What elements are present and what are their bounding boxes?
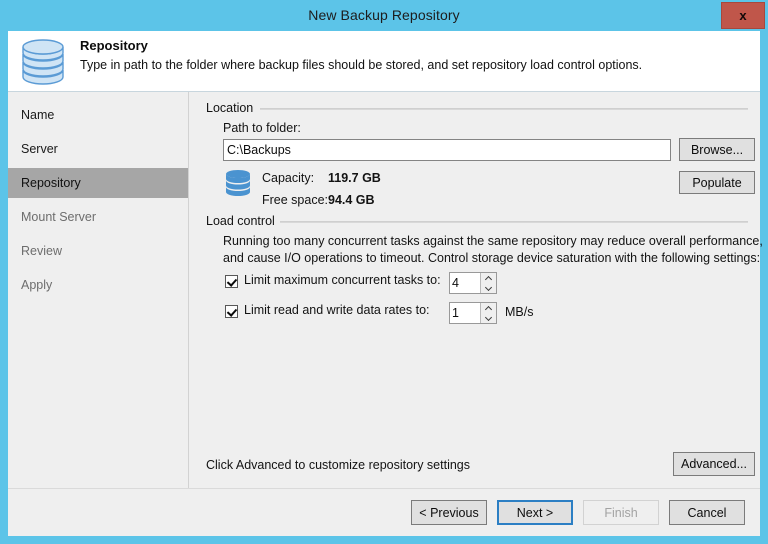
dialog-window: New Backup Repository x Repository Type … — [0, 0, 768, 544]
limit-tasks-input[interactable] — [450, 273, 480, 293]
title-bar: New Backup Repository x — [0, 0, 768, 31]
sidebar-item-review[interactable]: Review — [8, 236, 188, 266]
location-group-rule — [260, 108, 748, 110]
advanced-hint: Click Advanced to customize repository s… — [206, 458, 470, 472]
location-group-label: Location — [206, 101, 258, 115]
advanced-button[interactable]: Advanced... — [673, 452, 755, 476]
cancel-button[interactable]: Cancel — [669, 500, 745, 525]
dialog-body: Name Server Repository Mount Server Revi… — [8, 92, 760, 496]
wizard-sidebar: Name Server Repository Mount Server Revi… — [8, 92, 189, 496]
sidebar-item-repository[interactable]: Repository — [8, 168, 188, 198]
database-icon — [18, 36, 68, 88]
limit-rates-label: Limit read and write data rates to: — [244, 303, 430, 317]
wizard-content: Location Path to folder: Browse... Capac… — [190, 92, 760, 496]
previous-button[interactable]: < Previous — [411, 500, 487, 525]
free-space-label: Free space: — [262, 193, 328, 207]
limit-tasks-stepper[interactable] — [449, 272, 497, 294]
limit-rates-stepper[interactable] — [449, 302, 497, 324]
dialog-footer: < Previous Next > Finish Cancel — [8, 488, 760, 536]
limit-rates-stepper-buttons — [480, 303, 496, 323]
load-control-group-rule — [280, 221, 748, 223]
limit-tasks-label: Limit maximum concurrent tasks to: — [244, 273, 441, 287]
load-control-description-line1: Running too many concurrent tasks agains… — [223, 234, 763, 248]
sidebar-item-server[interactable]: Server — [8, 134, 188, 164]
sidebar-item-mount-server[interactable]: Mount Server — [8, 202, 188, 232]
next-button[interactable]: Next > — [497, 500, 573, 525]
close-button[interactable]: x — [721, 2, 765, 29]
chevron-up-icon[interactable] — [480, 303, 496, 313]
chevron-down-icon[interactable] — [480, 313, 496, 323]
browse-button[interactable]: Browse... — [679, 138, 755, 161]
rates-unit-label: MB/s — [505, 305, 533, 319]
load-control-description-line2: and cause I/O operations to timeout. Con… — [223, 251, 760, 265]
chevron-up-icon[interactable] — [480, 273, 496, 283]
storage-database-icon — [225, 169, 251, 199]
free-space-value: 94.4 GB — [328, 193, 375, 207]
header-title: Repository — [80, 38, 148, 53]
limit-tasks-stepper-buttons — [480, 273, 496, 293]
sidebar-item-apply[interactable]: Apply — [8, 270, 188, 300]
capacity-label: Capacity: — [262, 171, 314, 185]
path-to-folder-label: Path to folder: — [223, 121, 301, 135]
window-title: New Backup Repository — [0, 0, 768, 31]
sidebar-item-name[interactable]: Name — [8, 100, 188, 130]
dialog-header: Repository Type in path to the folder wh… — [8, 31, 760, 92]
path-to-folder-input[interactable] — [223, 139, 671, 161]
chevron-down-icon[interactable] — [480, 283, 496, 293]
populate-button[interactable]: Populate — [679, 171, 755, 194]
finish-button: Finish — [583, 500, 659, 525]
limit-rates-checkbox[interactable] — [225, 305, 238, 318]
limit-tasks-checkbox[interactable] — [225, 275, 238, 288]
load-control-group-label: Load control — [206, 214, 280, 228]
limit-rates-input[interactable] — [450, 303, 480, 323]
header-subtitle: Type in path to the folder where backup … — [80, 58, 642, 72]
capacity-value: 119.7 GB — [328, 171, 381, 185]
